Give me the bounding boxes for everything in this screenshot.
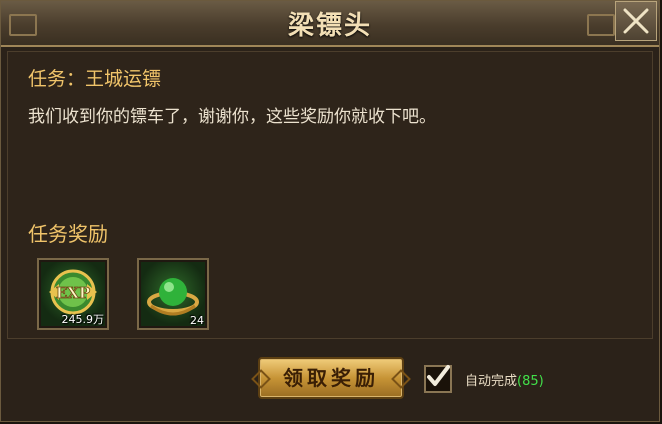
button-ornament-right: [391, 369, 411, 389]
auto-complete-text: 自动完成: [465, 374, 518, 389]
reward-count: 245.9万: [61, 313, 105, 326]
claim-reward-label: 领取奖励: [283, 366, 379, 390]
close-x-icon: [623, 8, 649, 34]
auto-complete-label: 自动完成(85): [465, 370, 544, 389]
reward-count: 24: [190, 314, 204, 327]
dialog-title: 梁镖头: [287, 11, 372, 41]
task-title: 任务：王城运镖: [28, 68, 162, 90]
title-bar: 梁镖头: [1, 1, 659, 47]
auto-complete-count: (85): [517, 374, 544, 389]
claim-reward-button[interactable]: 领取奖励: [251, 357, 411, 399]
reward-slot-exp[interactable]: EXP 245.9万: [37, 258, 109, 330]
reward-slot-orb[interactable]: 24: [137, 258, 209, 330]
quest-dialog: 梁镖头 任务：王城运镖 我们收到你的镖车了，谢谢你，这些奖励你就收下吧。 任务奖…: [0, 0, 660, 422]
task-description: 我们收到你的镖车了，谢谢你，这些奖励你就收下吧。: [28, 107, 436, 127]
dialog-content: 任务：王城运镖 我们收到你的镖车了，谢谢你，这些奖励你就收下吧。 任务奖励 EX…: [7, 51, 653, 339]
svg-text:EXP: EXP: [56, 284, 90, 302]
auto-complete-checkbox[interactable]: [424, 365, 452, 393]
reward-heading: 任务奖励: [28, 222, 108, 246]
button-ornament-left: [251, 369, 271, 389]
checkmark-icon: [427, 365, 450, 386]
close-button[interactable]: [615, 1, 657, 41]
